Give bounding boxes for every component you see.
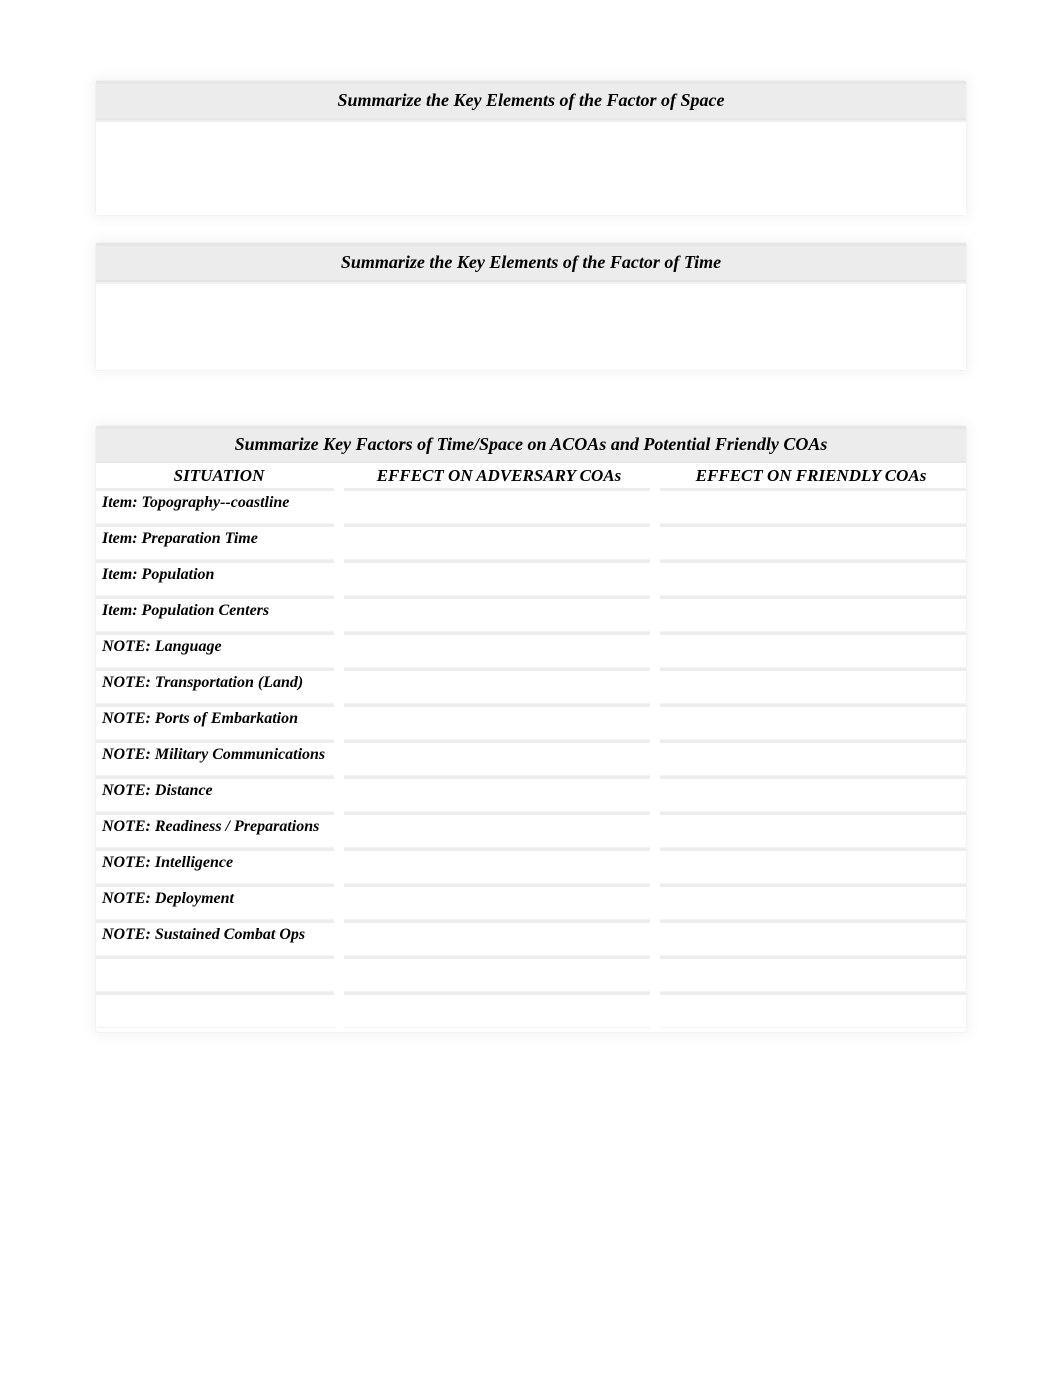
adversary-cell[interactable]	[344, 632, 650, 668]
table-row	[96, 956, 966, 992]
friendly-cell[interactable]	[660, 704, 966, 740]
friendly-cell[interactable]	[660, 668, 966, 704]
adversary-cell[interactable]	[344, 920, 650, 956]
situation-cell[interactable]: NOTE: Ports of Embarkation	[96, 704, 334, 740]
spacer	[95, 397, 967, 425]
friendly-cell[interactable]	[660, 956, 966, 992]
adversary-cell[interactable]	[344, 848, 650, 884]
friendly-cell[interactable]	[660, 740, 966, 776]
table-row: NOTE: Distance	[96, 776, 966, 812]
factor-space-body[interactable]	[96, 120, 966, 215]
friendly-cell[interactable]	[660, 812, 966, 848]
situation-cell[interactable]: NOTE: Language	[96, 632, 334, 668]
table-row: Item: Topography--coastline	[96, 488, 966, 524]
friendly-cell[interactable]	[660, 776, 966, 812]
friendly-cell[interactable]	[660, 848, 966, 884]
table-row: NOTE: Ports of Embarkation	[96, 704, 966, 740]
table-row: NOTE: Intelligence	[96, 848, 966, 884]
friendly-cell[interactable]	[660, 632, 966, 668]
adversary-cell[interactable]	[344, 776, 650, 812]
page-root: Summarize the Key Elements of the Factor…	[0, 0, 1062, 1233]
situation-cell[interactable]: NOTE: Transportation (Land)	[96, 668, 334, 704]
table-row	[96, 992, 966, 1028]
col-header-friendly: EFFECT ON FRIENDLY COAs	[660, 466, 962, 486]
adversary-cell[interactable]	[344, 740, 650, 776]
situation-cell[interactable]: NOTE: Military Communications	[96, 740, 334, 776]
factor-space-panel: Summarize the Key Elements of the Factor…	[95, 80, 967, 216]
adversary-cell[interactable]	[344, 668, 650, 704]
situation-cell[interactable]: Item: Population	[96, 560, 334, 596]
friendly-cell[interactable]	[660, 992, 966, 1028]
factor-time-body[interactable]	[96, 282, 966, 370]
matrix-panel: Summarize Key Factors of Time/Space on A…	[95, 425, 967, 1033]
col-header-adversary: EFFECT ON ADVERSARY COAs	[348, 466, 650, 486]
situation-cell[interactable]: NOTE: Deployment	[96, 884, 334, 920]
adversary-cell[interactable]	[344, 812, 650, 848]
matrix-title: Summarize Key Factors of Time/Space on A…	[96, 426, 966, 463]
adversary-cell[interactable]	[344, 524, 650, 560]
table-row: Item: Preparation Time	[96, 524, 966, 560]
situation-cell[interactable]	[96, 956, 334, 992]
friendly-cell[interactable]	[660, 524, 966, 560]
situation-cell[interactable]: Item: Population Centers	[96, 596, 334, 632]
matrix-headers: SITUATION EFFECT ON ADVERSARY COAs EFFEC…	[96, 463, 966, 488]
friendly-cell[interactable]	[660, 596, 966, 632]
table-row: NOTE: Sustained Combat Ops	[96, 920, 966, 956]
adversary-cell[interactable]	[344, 956, 650, 992]
table-row: NOTE: Readiness / Preparations	[96, 812, 966, 848]
friendly-cell[interactable]	[660, 560, 966, 596]
table-row: NOTE: Military Communications	[96, 740, 966, 776]
adversary-cell[interactable]	[344, 704, 650, 740]
friendly-cell[interactable]	[660, 884, 966, 920]
situation-cell[interactable]	[96, 992, 334, 1028]
adversary-cell[interactable]	[344, 596, 650, 632]
adversary-cell[interactable]	[344, 560, 650, 596]
table-row: NOTE: Deployment	[96, 884, 966, 920]
adversary-cell[interactable]	[344, 992, 650, 1028]
factor-time-panel: Summarize the Key Elements of the Factor…	[95, 242, 967, 371]
friendly-cell[interactable]	[660, 488, 966, 524]
col-header-situation: SITUATION	[100, 466, 338, 486]
table-row: Item: Population Centers	[96, 596, 966, 632]
situation-cell[interactable]: Item: Topography--coastline	[96, 488, 334, 524]
table-row: Item: Population	[96, 560, 966, 596]
situation-cell[interactable]: NOTE: Readiness / Preparations	[96, 812, 334, 848]
table-row: NOTE: Language	[96, 632, 966, 668]
factor-time-title: Summarize the Key Elements of the Factor…	[96, 243, 966, 282]
situation-cell[interactable]: Item: Preparation Time	[96, 524, 334, 560]
friendly-cell[interactable]	[660, 920, 966, 956]
adversary-cell[interactable]	[344, 884, 650, 920]
factor-space-title: Summarize the Key Elements of the Factor…	[96, 81, 966, 120]
situation-cell[interactable]: NOTE: Distance	[96, 776, 334, 812]
table-row: NOTE: Transportation (Land)	[96, 668, 966, 704]
situation-cell[interactable]: NOTE: Sustained Combat Ops	[96, 920, 334, 956]
matrix-rows: Item: Topography--coastlineItem: Prepara…	[96, 488, 966, 1028]
situation-cell[interactable]: NOTE: Intelligence	[96, 848, 334, 884]
adversary-cell[interactable]	[344, 488, 650, 524]
